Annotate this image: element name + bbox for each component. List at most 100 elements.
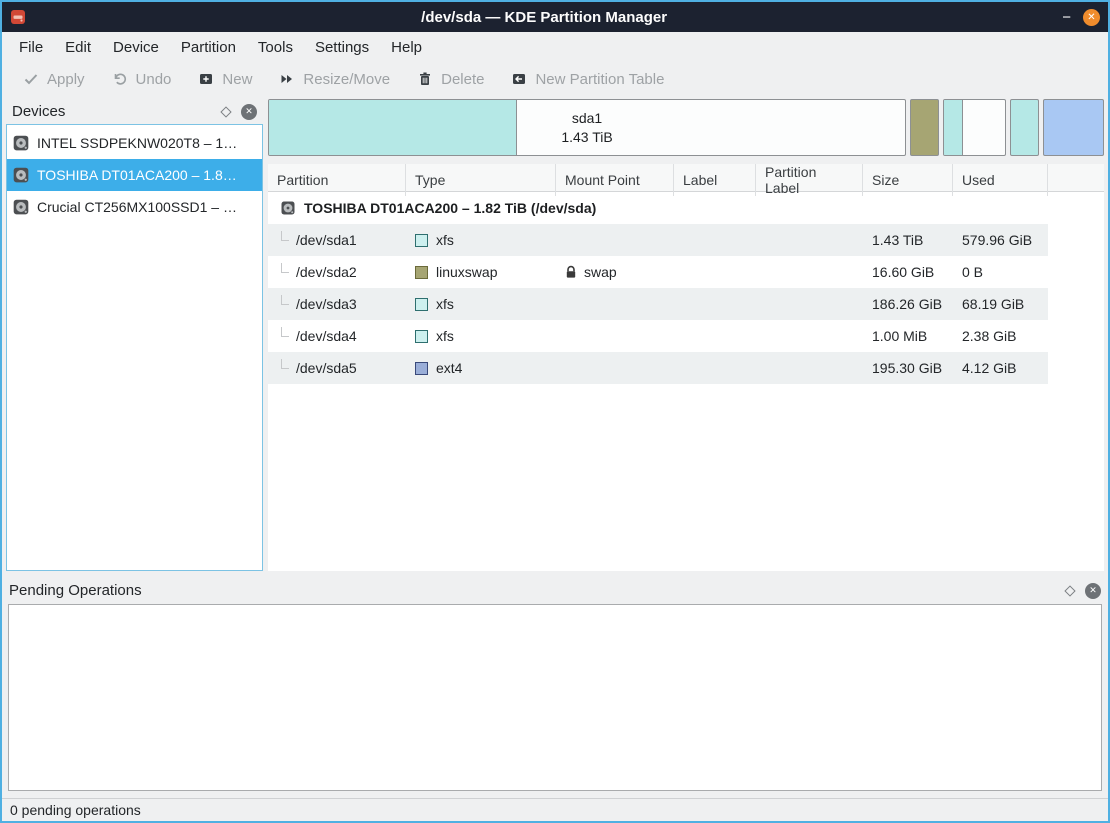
table-row-sda3[interactable]: /dev/sda3 xfs 186.26 GiB 68.19 GiB — [268, 288, 1104, 320]
partition-block-sda5[interactable] — [1043, 99, 1104, 156]
label-cell — [674, 288, 756, 320]
devices-panel-title: Devices — [12, 103, 65, 120]
undo-button[interactable]: Undo — [112, 71, 172, 88]
pending-panel-title: Pending Operations — [9, 582, 142, 599]
lock-icon — [565, 265, 577, 279]
partition-cell: /dev/sda2 — [268, 256, 406, 288]
float-panel-icon[interactable] — [220, 106, 231, 117]
mount-point-cell: swap — [556, 256, 674, 288]
close-panel-icon[interactable]: ✕ — [241, 104, 257, 120]
menu-partition[interactable]: Partition — [170, 34, 247, 61]
type-cell: linuxswap — [406, 256, 556, 288]
partition-block-sda4[interactable] — [1010, 99, 1039, 156]
apply-button[interactable]: Apply — [23, 71, 85, 88]
mount-point-cell — [556, 224, 674, 256]
resize-move-icon — [279, 71, 295, 87]
tree-branch — [281, 327, 289, 337]
partition-block-label: sda1 1.43 TiB — [269, 100, 905, 155]
device-overview-bar: sda1 1.43 TiB — [268, 99, 1104, 156]
close-panel-icon[interactable]: ✕ — [1085, 583, 1101, 599]
menu-device[interactable]: Device — [102, 34, 170, 61]
label-cell — [674, 320, 756, 352]
toolbar: Apply Undo New Resize/Move Delete New Pa… — [2, 62, 1108, 96]
window-controls: − ✕ — [1062, 9, 1100, 26]
fs-color-swatch — [415, 362, 428, 375]
device-item-toshiba[interactable]: TOSHIBA DT01ACA200 – 1.8… — [7, 159, 262, 191]
device-item-label: Crucial CT256MX100SSD1 – … — [37, 199, 237, 215]
tree-branch — [281, 231, 289, 241]
titlebar[interactable]: /dev/sda — KDE Partition Manager − ✕ — [2, 2, 1108, 32]
device-group-row[interactable]: TOSHIBA DT01ACA200 – 1.82 TiB (/dev/sda) — [268, 192, 1104, 224]
device-item-label: TOSHIBA DT01ACA200 – 1.8… — [37, 167, 237, 183]
float-panel-icon[interactable] — [1064, 585, 1075, 596]
partition-block-sda3[interactable] — [943, 99, 1006, 156]
partition-table-header: Partition Type Mount Point Label Partiti… — [268, 164, 1104, 192]
new-partition-button[interactable]: New — [198, 71, 252, 88]
partition-label-cell — [756, 320, 863, 352]
filler-cell — [1048, 320, 1104, 352]
type-cell: xfs — [406, 224, 556, 256]
filler-cell — [1048, 224, 1104, 256]
device-item-intel[interactable]: INTEL SSDPEKNW020T8 – 1… — [7, 127, 262, 159]
size-cell: 1.00 MiB — [863, 320, 953, 352]
used-cell: 579.96 GiB — [953, 224, 1048, 256]
table-row-sda2[interactable]: /dev/sda2 linuxswap swap 16.60 GiB 0 B — [268, 256, 1104, 288]
type-cell: xfs — [406, 320, 556, 352]
used-cell: 0 B — [953, 256, 1048, 288]
partition-cell: /dev/sda1 — [268, 224, 406, 256]
check-icon — [23, 71, 39, 87]
partition-cell: /dev/sda3 — [268, 288, 406, 320]
menu-file[interactable]: File — [8, 34, 54, 61]
mount-point-cell — [556, 352, 674, 384]
pending-panel-header: Pending Operations ✕ — [2, 578, 1108, 603]
filler-cell — [1048, 352, 1104, 384]
label-cell — [674, 256, 756, 288]
new-partition-table-button[interactable]: New Partition Table — [511, 71, 664, 88]
delete-button[interactable]: Delete — [417, 71, 484, 88]
kde-partition-manager-window: /dev/sda — KDE Partition Manager − ✕ Fil… — [0, 0, 1110, 823]
size-cell: 1.43 TiB — [863, 224, 953, 256]
mount-point-cell — [556, 288, 674, 320]
size-cell: 186.26 GiB — [863, 288, 953, 320]
partition-block-sda1[interactable]: sda1 1.43 TiB — [268, 99, 906, 156]
pending-operations-panel: Pending Operations ✕ — [2, 571, 1108, 798]
delete-icon — [417, 71, 433, 87]
undo-icon — [112, 71, 128, 87]
menubar: File Edit Device Partition Tools Setting… — [2, 32, 1108, 62]
partition-view: sda1 1.43 TiB Partition Type Mount Point — [268, 99, 1104, 571]
device-item-label: INTEL SSDPEKNW020T8 – 1… — [37, 135, 237, 151]
table-row-sda4[interactable]: /dev/sda4 xfs 1.00 MiB 2.38 GiB — [268, 320, 1104, 352]
app-icon — [10, 9, 26, 25]
label-cell — [674, 352, 756, 384]
fs-color-swatch — [415, 298, 428, 311]
device-item-crucial[interactable]: Crucial CT256MX100SSD1 – … — [7, 191, 262, 223]
minimize-button[interactable]: − — [1062, 10, 1071, 25]
menu-tools[interactable]: Tools — [247, 34, 304, 61]
filler-cell — [1048, 256, 1104, 288]
statusbar: 0 pending operations — [2, 798, 1108, 821]
filler-cell — [1048, 288, 1104, 320]
pending-operations-list[interactable] — [8, 604, 1102, 791]
resize-move-button[interactable]: Resize/Move — [279, 71, 390, 88]
used-space-fill — [944, 100, 963, 155]
pending-operations-count: 0 pending operations — [10, 802, 141, 818]
table-row-sda5[interactable]: /dev/sda5 ext4 195.30 GiB 4.12 GiB — [268, 352, 1104, 384]
partition-block-sda2[interactable] — [910, 99, 939, 156]
tree-branch — [281, 295, 289, 305]
hdd-icon — [12, 198, 30, 216]
menu-settings[interactable]: Settings — [304, 34, 380, 61]
new-partition-icon — [198, 71, 214, 87]
devices-list: INTEL SSDPEKNW020T8 – 1… TOSHIBA DT01ACA… — [6, 124, 263, 571]
fs-color-swatch — [415, 330, 428, 343]
menu-edit[interactable]: Edit — [54, 34, 102, 61]
partition-cell: /dev/sda5 — [268, 352, 406, 384]
partition-label-cell — [756, 224, 863, 256]
tree-branch — [281, 263, 289, 273]
close-button[interactable]: ✕ — [1083, 9, 1100, 26]
used-cell: 2.38 GiB — [953, 320, 1048, 352]
type-cell: ext4 — [406, 352, 556, 384]
device-group-label: TOSHIBA DT01ACA200 – 1.82 TiB (/dev/sda) — [304, 200, 596, 216]
menu-help[interactable]: Help — [380, 34, 433, 61]
table-row-sda1[interactable]: /dev/sda1 xfs 1.43 TiB 579.96 GiB — [268, 224, 1104, 256]
hdd-icon — [12, 134, 30, 152]
